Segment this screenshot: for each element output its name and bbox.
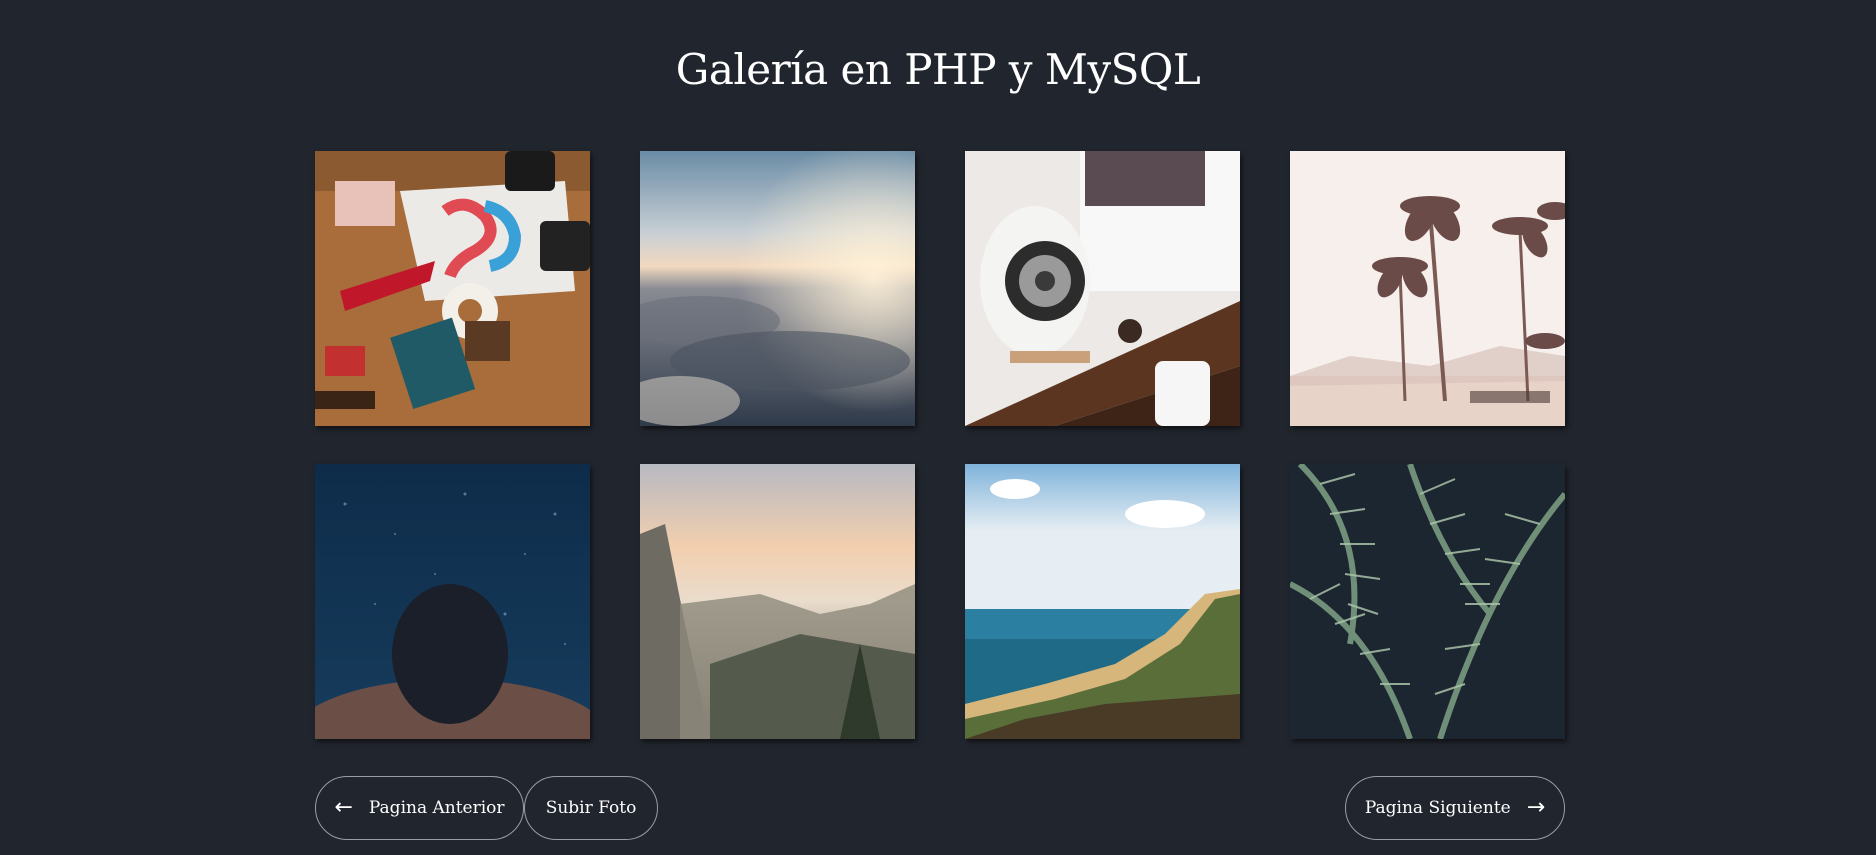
gallery-photo-workspace[interactable] <box>965 151 1240 426</box>
arrow-right-icon: → <box>1526 795 1546 820</box>
upload-photo-button[interactable]: Subir Foto <box>524 776 658 840</box>
upload-photo-label: Subir Foto <box>545 798 637 818</box>
previous-page-button[interactable]: ← Pagina Anterior <box>315 776 524 840</box>
gallery-photo-palm-trees[interactable] <box>1290 151 1565 426</box>
arrow-left-icon: ← <box>334 795 353 820</box>
gallery-photo-clouds[interactable] <box>640 151 915 426</box>
photo-gallery <box>315 151 1565 741</box>
previous-page-label: Pagina Anterior <box>368 798 505 818</box>
gallery-photo-ferns[interactable] <box>1290 464 1565 739</box>
gallery-photo-coastline[interactable] <box>965 464 1240 739</box>
next-page-label: Pagina Siguiente <box>1364 798 1511 818</box>
page-title: Galería en PHP y MySQL <box>675 45 1201 94</box>
gallery-photo-underwater[interactable] <box>315 464 590 739</box>
gallery-photo-mountains[interactable] <box>640 464 915 739</box>
next-page-button[interactable]: Pagina Siguiente → <box>1345 776 1565 840</box>
gallery-photo-desk-flatlay[interactable] <box>315 151 590 426</box>
